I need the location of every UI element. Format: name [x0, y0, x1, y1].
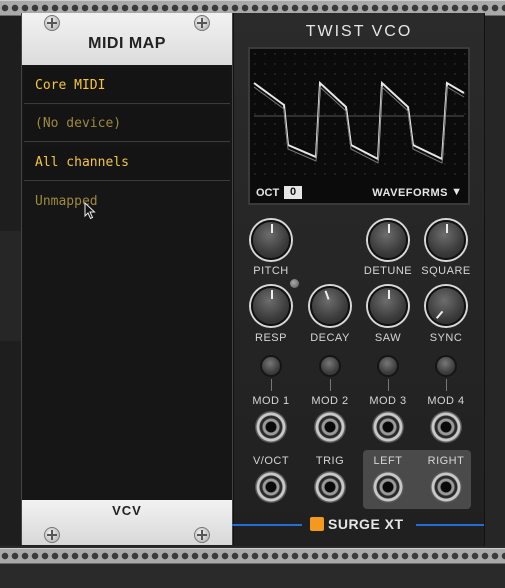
voct-input-jack[interactable]: [255, 471, 287, 503]
midi-driver-label: Core MIDI: [35, 78, 106, 93]
mod-1-attenuator[interactable]: [260, 355, 282, 377]
square-label: SQUARE: [421, 265, 471, 277]
midi-driver-select[interactable]: Core MIDI: [24, 68, 230, 104]
midi-map-title: MIDI MAP: [88, 35, 166, 52]
mod-1-input-jack[interactable]: [255, 411, 287, 443]
waveforms-menu-label[interactable]: WAVEFORMS: [372, 187, 448, 199]
connector-line: [330, 379, 331, 391]
mod-1-label: MOD 1: [252, 395, 290, 407]
bottom-rack-rail: [0, 548, 505, 564]
midi-channel-label: All channels: [35, 155, 129, 170]
mod-4-input-jack[interactable]: [430, 411, 462, 443]
vco-title: TWIST VCO: [305, 23, 413, 40]
midi-map-footer: VCV: [22, 500, 232, 545]
screw-icon: [194, 527, 210, 543]
right-output-jack[interactable]: [430, 471, 462, 503]
right-output-label: RIGHT: [427, 455, 465, 467]
midi-map-body: Core MIDI (No device) All channels Unmap…: [22, 65, 232, 500]
mod-4-label: MOD 4: [427, 395, 465, 407]
midi-channel-select[interactable]: All channels: [24, 145, 230, 181]
mod-2-label: MOD 2: [311, 395, 349, 407]
pitch-label: PITCH: [253, 265, 289, 277]
trig-input-jack[interactable]: [314, 471, 346, 503]
midi-map-module[interactable]: MIDI MAP Core MIDI (No device) All chann…: [21, 13, 233, 545]
screw-icon: [44, 15, 60, 31]
detune-label: DETUNE: [363, 265, 413, 277]
mod-3-label: MOD 3: [369, 395, 407, 407]
decay-label: DECAY: [310, 332, 350, 344]
saw-label: SAW: [374, 332, 402, 344]
sync-label: SYNC: [429, 332, 463, 344]
vcv-logo: VCV: [112, 503, 142, 518]
waveform-display[interactable]: OCT 0 WAVEFORMS ▼: [248, 47, 470, 205]
twist-vco-module[interactable]: TWIST VCO OCT 0 WAVEFORMS ▼ PITCH DETUNE…: [232, 13, 486, 545]
sync-knob[interactable]: [426, 286, 466, 326]
trig-label: TRIG: [315, 455, 345, 467]
divider: [232, 524, 302, 526]
square-knob[interactable]: [426, 220, 466, 260]
decay-knob[interactable]: [310, 286, 350, 326]
midi-device-label: (No device): [35, 116, 122, 131]
midi-mapping-item[interactable]: Unmapped: [24, 184, 230, 220]
waveform-plot: [250, 49, 468, 183]
resp-label: RESP: [255, 332, 287, 344]
left-output-label: LEFT: [373, 455, 403, 467]
screw-icon: [44, 527, 60, 543]
screw-icon: [194, 15, 210, 31]
mod-4-attenuator[interactable]: [435, 355, 457, 377]
connector-line: [446, 379, 447, 391]
voct-label: V/OCT: [252, 455, 290, 467]
vco-footer: SURGE XT: [232, 513, 486, 545]
mod-3-input-jack[interactable]: [372, 411, 404, 443]
brand-label: SURGE XT: [328, 516, 404, 532]
saw-knob[interactable]: [368, 286, 408, 326]
octave-label: OCT: [256, 187, 280, 199]
left-output-jack[interactable]: [372, 471, 404, 503]
mouse-cursor-icon: [84, 202, 96, 220]
mod-2-input-jack[interactable]: [314, 411, 346, 443]
midi-map-header: MIDI MAP: [22, 13, 232, 65]
status-led: [290, 279, 299, 288]
chevron-down-icon[interactable]: ▼: [451, 186, 462, 198]
resp-knob[interactable]: [251, 286, 291, 326]
mod-3-attenuator[interactable]: [377, 355, 399, 377]
surge-logo-icon: [310, 517, 324, 531]
scope-footer: OCT 0 WAVEFORMS ▼: [250, 183, 468, 203]
divider: [416, 524, 486, 526]
connector-line: [271, 379, 272, 391]
detune-knob[interactable]: [368, 220, 408, 260]
mod-2-attenuator[interactable]: [319, 355, 341, 377]
connector-line: [388, 379, 389, 391]
midi-device-select[interactable]: (No device): [24, 106, 230, 142]
pitch-knob[interactable]: [251, 220, 291, 260]
adjacent-module-edge: [484, 16, 505, 546]
octave-value[interactable]: 0: [284, 186, 302, 199]
